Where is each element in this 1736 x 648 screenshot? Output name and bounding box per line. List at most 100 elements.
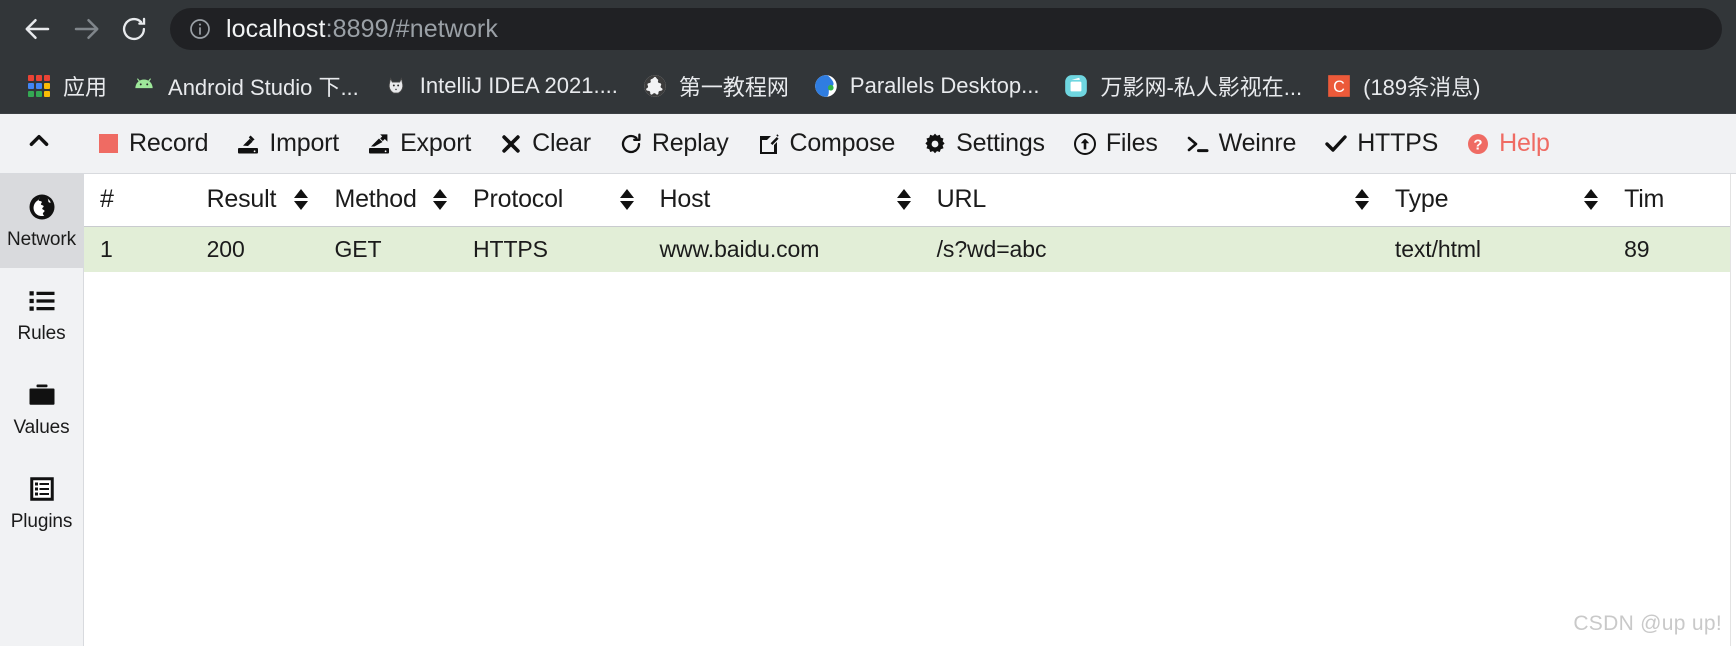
replay-button[interactable]: Replay (605, 125, 743, 162)
import-icon (236, 132, 260, 156)
sidebar-item-plugins[interactable]: Plugins (0, 456, 83, 550)
column-header-host[interactable]: Host (643, 174, 921, 227)
film-icon (1063, 73, 1089, 99)
browser-nav-bar: localhost:8899/#network (0, 0, 1736, 58)
list-icon (27, 286, 57, 316)
arrow-left-icon (23, 14, 53, 44)
column-header-type[interactable]: Type (1378, 174, 1609, 227)
bookmark-wanyingwang[interactable]: 万影网-私人影视在... (1051, 65, 1314, 107)
sort-toggle-icon[interactable] (619, 189, 634, 211)
tool-label: Export (400, 129, 472, 157)
parallels-icon (813, 73, 839, 99)
sort-toggle-icon[interactable] (896, 189, 911, 211)
sidebar-item-label: Rules (17, 322, 66, 344)
bookmark-csdn-messages[interactable]: C (189条消息) (1314, 65, 1492, 107)
cell-time: 89 (1624, 235, 1650, 262)
bookmark-label: 万影网-私人影视在... (1100, 74, 1303, 100)
cross-icon (499, 132, 523, 156)
weinre-button[interactable]: Weinre (1172, 125, 1311, 162)
tool-label: Replay (651, 129, 729, 157)
forward-button[interactable] (62, 5, 110, 53)
column-header-method[interactable]: Method (318, 174, 458, 227)
cell-url: /s?wd=abc (936, 235, 1047, 262)
tool-label: HTTPS (1357, 129, 1439, 157)
cell-type: text/html (1394, 235, 1481, 262)
back-button[interactable] (14, 5, 62, 53)
sort-toggle-icon[interactable] (433, 189, 448, 211)
bookmark-label: IntelliJ IDEA 2021.... (419, 72, 618, 98)
sort-toggle-icon[interactable] (1354, 189, 1369, 211)
bookmark-label: (189条消息) (1363, 74, 1481, 100)
sidebar-item-label: Network (7, 228, 76, 250)
help-button[interactable]: ? Help (1452, 125, 1564, 162)
bookmark-intellij-idea[interactable]: IntelliJ IDEA 2021.... (371, 68, 630, 104)
tool-label: Help (1499, 129, 1550, 157)
collapse-toolbar-button[interactable] (18, 123, 60, 165)
vertical-scrollbar[interactable] (1730, 174, 1736, 646)
import-button[interactable]: Import (222, 125, 353, 162)
column-header-time[interactable]: Tim (1608, 174, 1736, 227)
tool-label: Compose (789, 129, 896, 157)
sidebar-item-values[interactable]: Values (0, 362, 83, 456)
tool-label: Files (1105, 129, 1158, 157)
clear-button[interactable]: Clear (485, 125, 605, 162)
terminal-icon (1186, 132, 1210, 156)
omnibox-host: localhost (226, 14, 326, 43)
network-table-area: # Result Method Protocol Host URL Type T… (84, 174, 1736, 646)
https-button[interactable]: HTTPS (1310, 125, 1452, 162)
column-label: URL (936, 185, 987, 214)
sort-toggle-icon[interactable] (294, 189, 309, 211)
column-header-index[interactable]: # (84, 174, 191, 227)
column-label: Protocol (473, 185, 564, 214)
globe-icon (642, 73, 668, 99)
omnibox[interactable]: localhost:8899/#network (170, 8, 1722, 50)
column-header-result[interactable]: Result (190, 174, 319, 227)
table-header-row: # Result Method Protocol Host URL Type T… (84, 174, 1736, 227)
tool-label: Weinre (1218, 129, 1297, 157)
bookmark-apps[interactable]: 应用 (14, 65, 119, 107)
sort-toggle-icon[interactable] (1584, 189, 1599, 211)
husky-icon (383, 73, 409, 99)
bookmark-label: Parallels Desktop... (849, 72, 1040, 98)
record-button[interactable]: Record (82, 125, 222, 162)
bookmark-diyi-jiaocheng[interactable]: 第一教程网 (630, 65, 801, 107)
plugin-icon (27, 474, 57, 504)
bookmark-parallels-desktop[interactable]: Parallels Desktop... (801, 68, 1052, 104)
column-label: # (100, 185, 114, 214)
sidebar: Network Rules Values Plugins (0, 174, 84, 646)
column-label: Tim (1624, 185, 1665, 214)
app-toolbar: Record Import Export Clear Replay Compos… (0, 114, 1736, 174)
files-button[interactable]: Files (1059, 125, 1172, 162)
sidebar-item-label: Values (13, 416, 70, 438)
browser-chrome: localhost:8899/#network 应用 Android Studi… (0, 0, 1736, 114)
reload-button[interactable] (110, 5, 158, 53)
bookmarks-bar: 应用 Android Studio 下... IntelliJ IDEA 202… (0, 58, 1736, 114)
omnibox-url: localhost:8899/#network (226, 15, 498, 44)
export-icon (367, 132, 391, 156)
check-icon (1324, 132, 1348, 156)
column-header-url[interactable]: URL (920, 174, 1379, 227)
arrow-right-icon (71, 14, 101, 44)
sidebar-item-rules[interactable]: Rules (0, 268, 83, 362)
column-label: Method (334, 185, 417, 214)
column-header-protocol[interactable]: Protocol (457, 174, 644, 227)
tool-label: Settings (956, 129, 1045, 157)
compose-button[interactable]: Compose (743, 125, 910, 162)
export-button[interactable]: Export (353, 125, 485, 162)
tool-label: Record (129, 129, 209, 157)
bookmark-android-studio[interactable]: Android Studio 下... (119, 65, 371, 107)
sidebar-item-network[interactable]: Network (0, 174, 83, 268)
sidebar-item-label: Plugins (10, 510, 73, 532)
table-row[interactable]: 1 200 GET HTTPS www.baidu.com /s?wd=abc … (84, 226, 1736, 272)
cell-method: GET (334, 235, 382, 262)
upload-circle-icon (1073, 132, 1097, 156)
info-circle-icon[interactable] (188, 17, 212, 41)
app-body: Network Rules Values Plugins # Result Me… (0, 174, 1736, 646)
cell-host: www.baidu.com (659, 235, 820, 262)
settings-button[interactable]: Settings (909, 125, 1059, 162)
column-label: Type (1394, 185, 1449, 214)
network-table: # Result Method Protocol Host URL Type T… (84, 174, 1736, 272)
compose-icon (757, 132, 781, 156)
bookmark-label: 第一教程网 (678, 74, 789, 100)
android-icon (131, 73, 157, 99)
